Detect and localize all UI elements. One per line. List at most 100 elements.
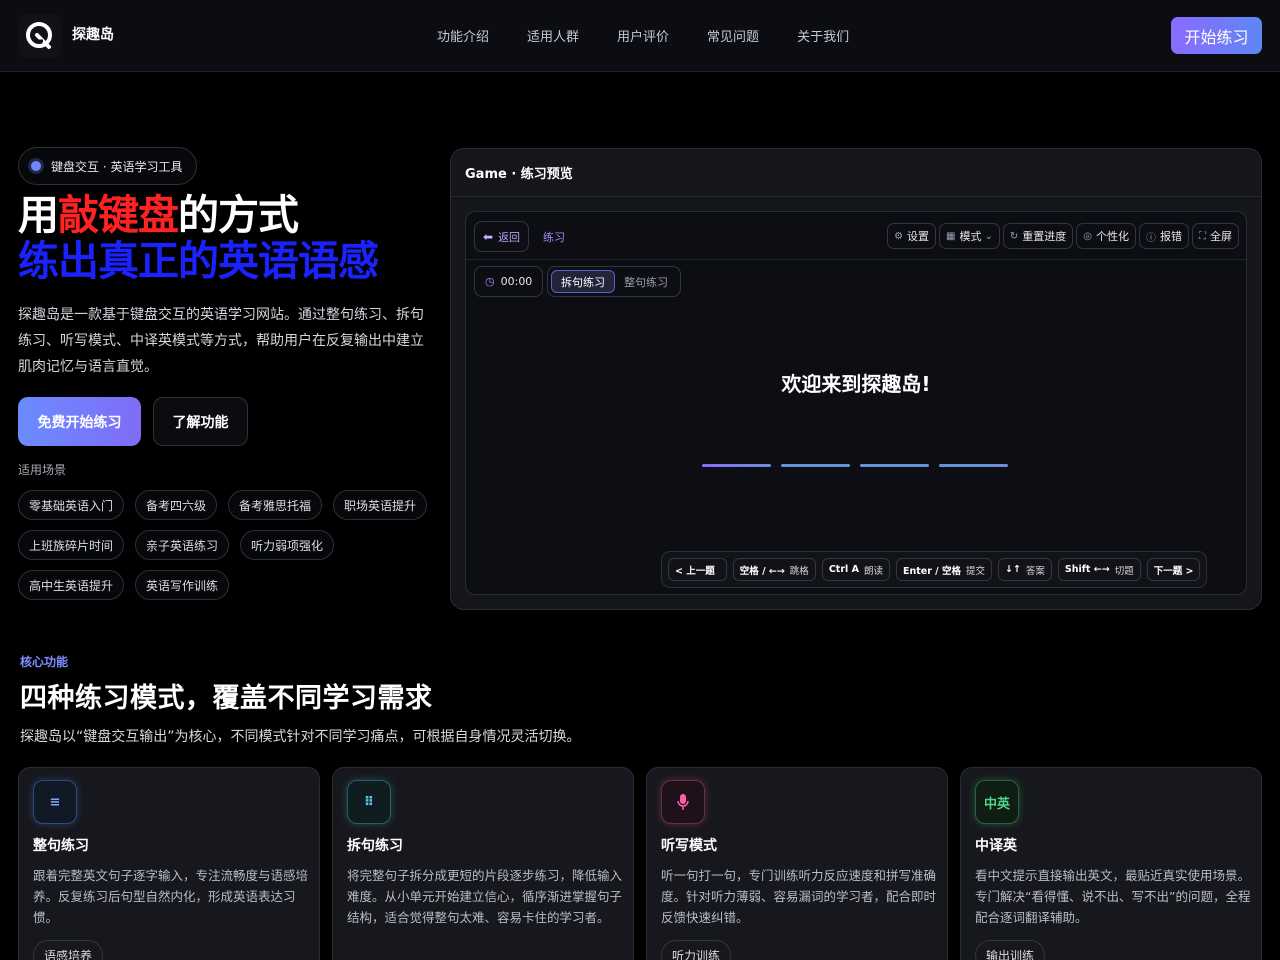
hero-description: 探趣岛是一款基于键盘交互的英语学习网站。通过整句练习、拆句练习、听写模式、中译英… <box>18 307 424 375</box>
hero-title-part2: 的方式 <box>178 191 299 239</box>
back-button-label: 返回 <box>498 230 521 244</box>
top-navigation-bar: 探趣岛 功能介绍 适用人群 用户评价 常见问题 关于我们 开始练习 <box>0 0 1280 72</box>
game-toolbar: ⬅ 返回 练习 ⚙ 设置 ▦ 模式 ⌄ ↻ 重置进度 ◎ 个性化 ⓘ 报错 ⛶ 全屏 <box>466 212 1246 260</box>
card-tag: 输出训练 <box>975 940 1046 960</box>
feature-card-split-sentence[interactable]: ⠿ 拆句练习 将完整句子拆分成更短的片段逐步练习，降低输入难度。从小单元开始建立… <box>332 767 634 960</box>
shortcut-label: 切题 <box>1114 565 1134 577</box>
shortcut-switch[interactable]: Shift ←→ 切题 <box>1057 558 1141 581</box>
scene-tag[interactable]: 上班族碎片时间 <box>18 530 125 560</box>
shortcut-label: 朗读 <box>863 565 883 577</box>
main-nav: 功能介绍 适用人群 用户评价 常见问题 关于我们 <box>437 26 887 45</box>
hero-badge: 键盘交互 · 英语学习工具 <box>18 147 198 185</box>
mode-label: 模式 <box>959 230 982 243</box>
feature-cards: ≡ 整句练习 跟着完整英文句子逐字输入，专注流畅度与语感培养。反复练习后句型自然… <box>18 767 1262 960</box>
answer-slot[interactable] <box>781 464 850 467</box>
timer: ◷ 00:00 <box>474 266 544 297</box>
shortcut-skip[interactable]: 空格 / ←→ 跳格 <box>732 558 816 581</box>
section-title: 四种练习模式，覆盖不同学习需求 <box>20 683 433 714</box>
scene-tag[interactable]: 备考四六级 <box>135 490 218 520</box>
hero-title-part1: 用 <box>18 191 59 239</box>
preview-header: Game · 练习预览 <box>451 149 1261 197</box>
scene-tag[interactable]: 英语写作训练 <box>135 570 230 600</box>
scene-tag[interactable]: 亲子英语练习 <box>135 530 230 560</box>
tab-split-sentence[interactable]: 拆句练习 <box>551 270 615 293</box>
shortcut-key: Enter / 空格 <box>902 565 961 577</box>
nav-item-reviews[interactable]: 用户评价 <box>617 26 669 45</box>
hero-title-line2: 练出真正的英语语感 <box>18 237 379 285</box>
chevron-down-icon: ⌄ <box>984 230 993 242</box>
fullscreen-label: 全屏 <box>1210 230 1232 243</box>
refresh-icon: ↻ <box>1009 230 1019 242</box>
nav-item-faq[interactable]: 常见问题 <box>707 26 759 45</box>
shortcut-label: 答案 <box>1025 565 1045 577</box>
feature-card-full-sentence[interactable]: ≡ 整句练习 跟着完整英文句子逐字输入，专注流畅度与语感培养。反复练习后句型自然… <box>18 767 320 960</box>
shortcut-label: 提交 <box>965 565 985 577</box>
list-icon: ≡ <box>33 780 77 824</box>
scene-label: 适用场景 <box>18 463 67 477</box>
scene-tag[interactable]: 听力弱项强化 <box>240 530 335 560</box>
answer-slot[interactable] <box>702 464 771 467</box>
personalize-label: 个性化 <box>1096 230 1129 243</box>
section-description: 探趣岛以“键盘交互输出”为核心，不同模式针对不同学习痛点，可根据自身情况灵活切换… <box>20 729 581 745</box>
shortcut-key: < 上一题 <box>675 565 715 577</box>
start-practice-button[interactable]: 开始练习 <box>1171 17 1262 54</box>
info-icon: ⓘ <box>1146 232 1156 244</box>
scene-tags: 零基础英语入门 备考四六级 备考雅思托福 职场英语提升 上班族碎片时间 亲子英语… <box>18 490 438 610</box>
hero-title: 用敲键盘的方式 练出真正的英语语感 <box>18 191 379 285</box>
shortcut-key: Shift ←→ <box>1064 564 1110 575</box>
tab-full-sentence[interactable]: 整句练习 <box>615 270 677 293</box>
back-button[interactable]: ⬅ 返回 <box>474 221 530 252</box>
scene-tag[interactable]: 职场英语提升 <box>333 490 428 520</box>
prev-question-button[interactable]: < 上一题 <box>668 558 727 581</box>
microphone-icon <box>661 780 705 824</box>
section-label: 核心功能 <box>20 655 69 669</box>
next-question-button[interactable]: 下一题 > <box>1146 558 1201 581</box>
card-description: 将完整句子拆分成更短的片段逐步练习，降低输入难度。从小单元开始建立信心，循序渐进… <box>347 868 623 925</box>
settings-button[interactable]: ⚙ 设置 <box>887 223 937 249</box>
reset-label: 重置进度 <box>1022 230 1067 243</box>
free-start-button[interactable]: 免费开始练习 <box>18 397 141 446</box>
shortcut-key: ↓↑ <box>1004 564 1021 575</box>
learn-features-button[interactable]: 了解功能 <box>153 397 248 446</box>
feature-card-dictation[interactable]: 听写模式 听一句打一句，专门训练听力反应速度和拼写准确度。针对听力薄弱、容易漏词… <box>646 767 948 960</box>
answer-slot[interactable] <box>860 464 929 467</box>
game-tools: ⚙ 设置 ▦ 模式 ⌄ ↻ 重置进度 ◎ 个性化 ⓘ 报错 ⛶ 全屏 <box>884 223 1239 249</box>
report-error-button[interactable]: ⓘ 报错 <box>1139 223 1189 249</box>
card-description: 跟着完整英文句子逐字输入，专注流畅度与语感培养。反复练习后句型自然内化，形成英语… <box>33 868 309 925</box>
answer-slots <box>702 464 1018 467</box>
scene-tag[interactable]: 高中生英语提升 <box>18 570 125 600</box>
shortcut-submit[interactable]: Enter / 空格 提交 <box>895 558 992 581</box>
settings-icon: ⚙ <box>894 230 904 242</box>
scene-tag[interactable]: 零基础英语入门 <box>18 490 125 520</box>
fullscreen-icon: ⛶ <box>1199 230 1206 242</box>
card-title: 中译英 <box>975 838 1017 854</box>
scene-tag[interactable]: 备考雅思托福 <box>228 490 323 520</box>
shortcut-key: 下一题 > <box>1153 565 1194 577</box>
nav-item-features[interactable]: 功能介绍 <box>437 26 489 45</box>
nav-item-audience[interactable]: 适用人群 <box>527 26 579 45</box>
shortcut-bar: < 上一题 空格 / ←→ 跳格 Ctrl A 朗读 Enter / 空格 提交 ↓↑… <box>661 551 1208 588</box>
answer-slot[interactable] <box>939 464 1008 467</box>
logo-icon[interactable] <box>18 14 62 58</box>
badge-dot-icon <box>31 161 41 171</box>
brand-name[interactable]: 探趣岛 <box>72 24 114 44</box>
nav-item-about[interactable]: 关于我们 <box>797 26 849 45</box>
hero-title-highlight: 敲键盘 <box>58 191 179 239</box>
shortcut-key: Ctrl A <box>828 564 859 575</box>
breadcrumb[interactable]: 练习 <box>543 229 565 245</box>
mode-dropdown[interactable]: ▦ 模式 ⌄ <box>939 223 1000 249</box>
grid-icon: ⠿ <box>347 780 391 824</box>
personalize-button[interactable]: ◎ 个性化 <box>1076 223 1136 249</box>
feature-card-chinese-to-english[interactable]: 中英 中译英 看中文提示直接输出英文，最贴近真实使用场景。专门解决“看得懂、说不… <box>960 767 1262 960</box>
game-preview-card: Game · 练习预览 ⬅ 返回 练习 ⚙ 设置 ▦ 模式 ⌄ ↻ 重置进度 ◎ 个性化 … <box>450 148 1262 610</box>
reset-progress-button[interactable]: ↻ 重置进度 <box>1002 223 1074 249</box>
report-label: 报错 <box>1160 230 1182 243</box>
fullscreen-button[interactable]: ⛶ 全屏 <box>1192 223 1239 249</box>
shortcut-key: 空格 / ←→ <box>739 565 785 577</box>
shortcut-answer[interactable]: ↓↑ 答案 <box>997 558 1052 581</box>
welcome-text: 欢迎来到探趣岛! <box>781 372 931 396</box>
settings-label: 设置 <box>907 230 930 243</box>
game-window: ⬅ 返回 练习 ⚙ 设置 ▦ 模式 ⌄ ↻ 重置进度 ◎ 个性化 ⓘ 报错 ⛶ 全屏 ◷ 00… <box>465 211 1247 595</box>
shortcut-read[interactable]: Ctrl A 朗读 <box>821 558 890 581</box>
card-tag: 语感培养 <box>33 940 104 960</box>
